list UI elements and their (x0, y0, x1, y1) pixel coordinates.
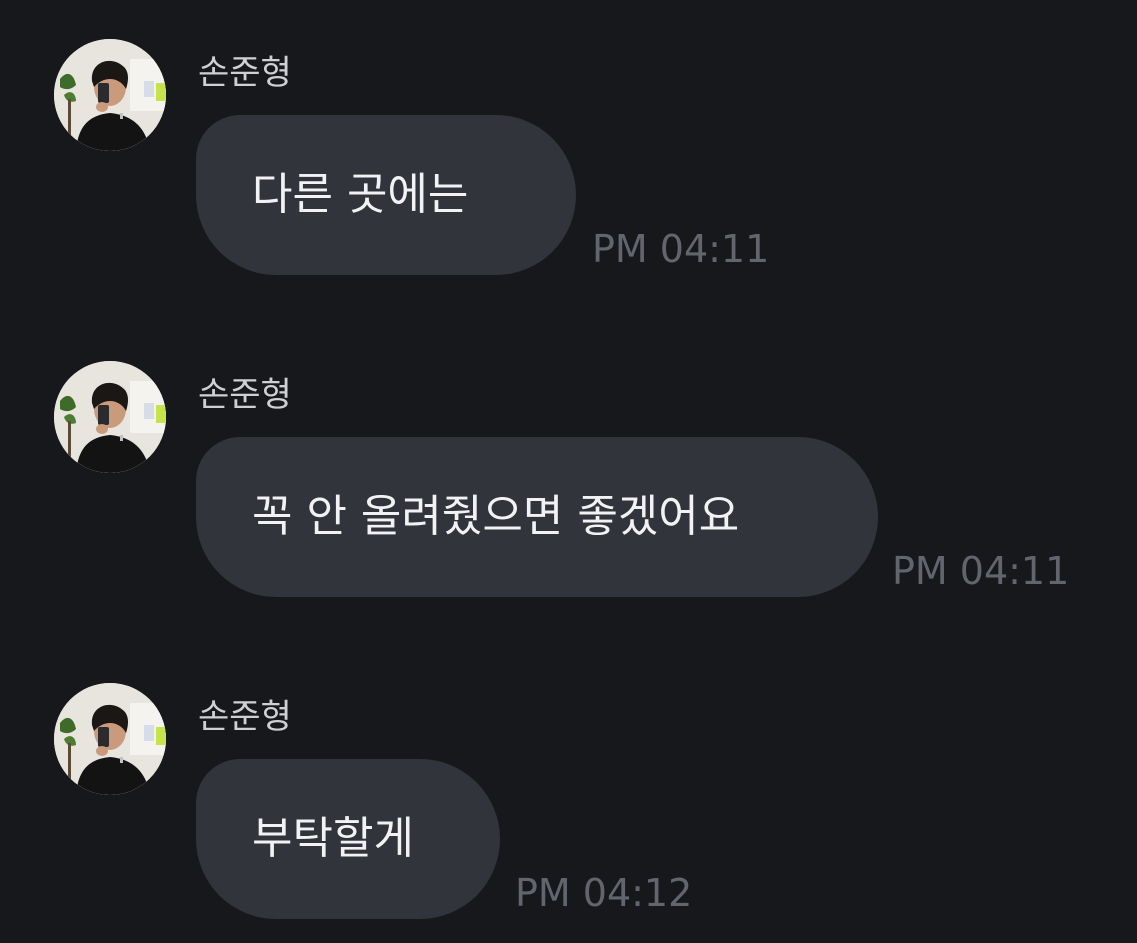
message-timestamp: PM 04:11 (892, 549, 1070, 593)
sender-avatar[interactable] (54, 683, 166, 795)
profile-photo-icon (54, 683, 166, 795)
chat-message-list[interactable]: 손준형 다른 곳에는 PM 04:11 손준형 꼭 안 올려줬으면 좋겠어요 P… (0, 0, 1137, 943)
message-text: 부탁할게 (252, 813, 414, 864)
profile-photo-icon (54, 39, 166, 151)
message-text: 꼭 안 올려줬으면 좋겠어요 (252, 491, 740, 542)
message-bubble[interactable]: 꼭 안 올려줬으면 좋겠어요 (196, 437, 878, 597)
message-row: 손준형 다른 곳에는 PM 04:11 (0, 39, 1137, 279)
message-bubble[interactable]: 부탁할게 (196, 759, 500, 919)
sender-name: 손준형 (198, 375, 292, 415)
profile-photo-icon (54, 361, 166, 473)
sender-name: 손준형 (198, 53, 292, 93)
message-timestamp: PM 04:11 (592, 227, 770, 271)
sender-avatar[interactable] (54, 361, 166, 473)
sender-name: 손준형 (198, 697, 292, 737)
message-text: 다른 곳에는 (252, 169, 469, 220)
message-timestamp: PM 04:12 (515, 871, 693, 915)
message-row: 손준형 부탁할게 PM 04:12 (0, 683, 1137, 923)
message-row: 손준형 꼭 안 올려줬으면 좋겠어요 PM 04:11 (0, 361, 1137, 601)
sender-avatar[interactable] (54, 39, 166, 151)
message-bubble[interactable]: 다른 곳에는 (196, 115, 576, 275)
